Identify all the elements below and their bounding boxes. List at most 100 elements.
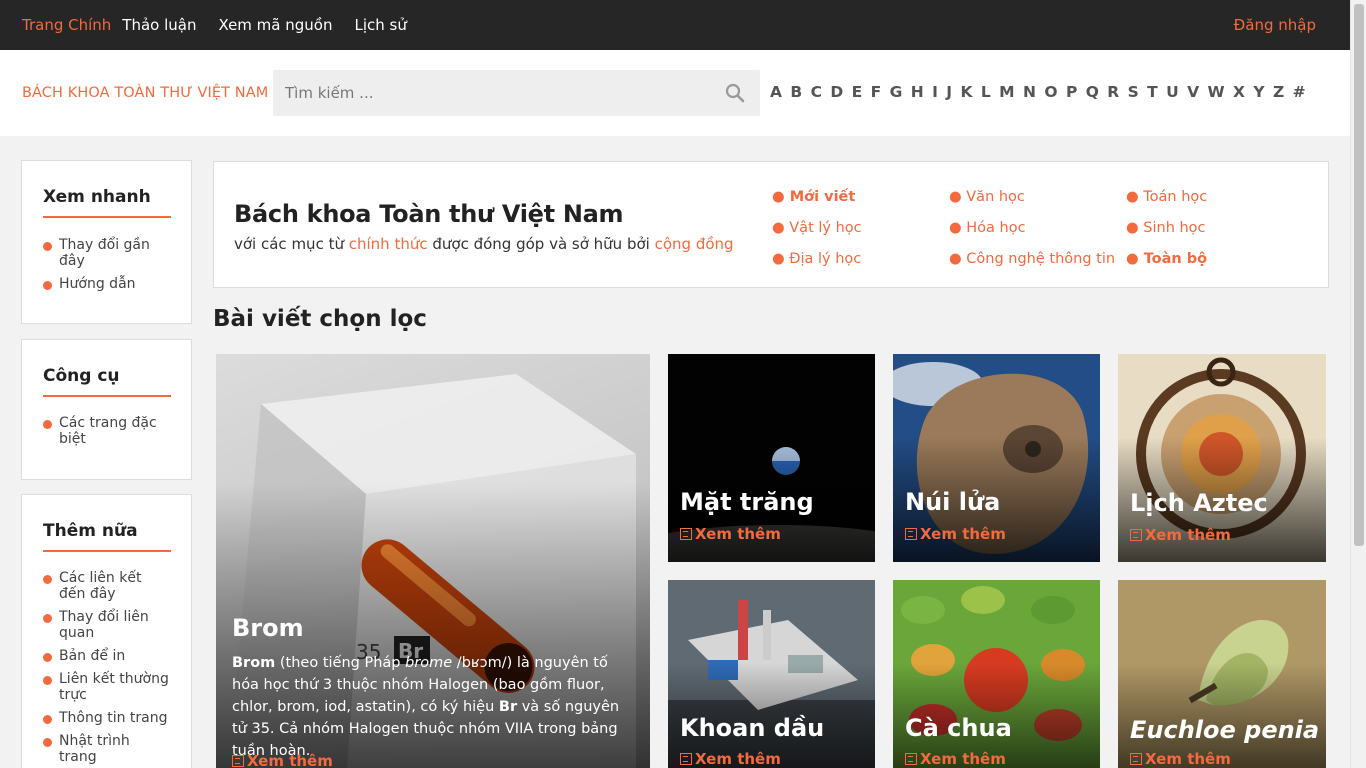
featured-tile-oil-drilling[interactable]: Khoan dầu Xem thêm (668, 580, 875, 768)
alphabet-letter-s[interactable]: S (1128, 83, 1139, 101)
nav-view-source[interactable]: Xem mã nguồn (218, 16, 332, 34)
desc-italic-brome: brome (405, 655, 453, 671)
category-geography[interactable]: ● Địa lý học (772, 251, 861, 267)
sidebar-item-help[interactable]: Hướng dẫn (43, 276, 171, 292)
featured-tile-moon[interactable]: Mặt trăng Xem thêm (668, 354, 875, 562)
category-new[interactable]: ● Mới viết (772, 189, 855, 205)
nav-main-page[interactable]: Trang Chính (22, 16, 111, 34)
alphabet-letter-hash[interactable]: # (1293, 83, 1306, 101)
alphabet-letter-b[interactable]: B (790, 83, 802, 101)
alphabet-letter-d[interactable]: D (830, 83, 843, 101)
alphabet-letter-a[interactable]: A (770, 83, 782, 101)
alphabet-letter-p[interactable]: P (1066, 83, 1077, 101)
sidebar-item-page-log[interactable]: Nhật trình trang (43, 733, 171, 765)
alphabet-letter-w[interactable]: W (1208, 83, 1225, 101)
login-link[interactable]: Đăng nhập (1234, 16, 1316, 34)
document-icon (680, 753, 692, 765)
alphabet-letter-i[interactable]: I (932, 83, 938, 101)
sidebar-item-page-info[interactable]: Thông tin trang (43, 710, 171, 726)
nav-history[interactable]: Lịch sử (354, 16, 406, 34)
desc-bold-br: Br (498, 699, 518, 715)
page-scrollbar[interactable] (1350, 0, 1366, 768)
nav-discussion[interactable]: Thảo luận (122, 16, 196, 34)
alphabet-index: A B C D E F G H I J K L M N O P Q R S T U V W X Y Z # (770, 83, 1314, 101)
featured-tile-volcano[interactable]: Núi lửa Xem thêm (893, 354, 1100, 562)
sidebar-item-related-changes[interactable]: Thay đổi liên quan (43, 609, 171, 641)
top-nav: Trang Chính Thảo luận Xem mã nguồn Lịch … (22, 0, 429, 50)
category-all[interactable]: ● Toàn bộ (1126, 251, 1207, 267)
alphabet-letter-g[interactable]: G (890, 83, 903, 101)
tile-title-oil-drilling: Khoan dầu (680, 714, 825, 742)
intro-sub-mid: được đóng góp và sở hữu bởi (427, 235, 655, 253)
tile-title-moon: Mặt trăng (680, 488, 814, 516)
read-more-link[interactable]: Xem thêm (1130, 526, 1231, 544)
search-box (273, 70, 760, 116)
category-physics[interactable]: ● Vật lý học (772, 220, 862, 236)
desc-bold-brom: Brom (232, 655, 276, 671)
alphabet-letter-e[interactable]: E (852, 83, 863, 101)
tile-title-tomato: Cà chua (905, 714, 1012, 742)
alphabet-letter-q[interactable]: Q (1086, 83, 1099, 101)
tile-title-brom: Brom (232, 614, 304, 642)
read-more-link[interactable]: Xem thêm (680, 750, 781, 768)
category-literature[interactable]: ● Văn học (949, 189, 1025, 205)
alphabet-letter-k[interactable]: K (960, 83, 972, 101)
alphabet-letter-m[interactable]: M (999, 83, 1014, 101)
read-more-link[interactable]: Xem thêm (905, 525, 1006, 543)
alphabet-letter-l[interactable]: L (981, 83, 991, 101)
featured-tile-aztec[interactable]: Lịch Aztec Xem thêm (1118, 354, 1326, 562)
category-biology[interactable]: ● Sinh học (1126, 220, 1206, 236)
alphabet-letter-o[interactable]: O (1044, 83, 1057, 101)
sidebar-item-what-links-here[interactable]: Các liên kết đến đây (43, 570, 171, 602)
featured-tile-butterfly[interactable]: Euchloe penia Xem thêm (1118, 580, 1326, 768)
sidebar-more: Thêm nữa Các liên kết đến đây Thay đổi l… (21, 494, 192, 768)
document-icon (680, 528, 692, 540)
official-link[interactable]: chính thức (349, 235, 428, 253)
alphabet-letter-h[interactable]: H (911, 83, 924, 101)
featured-tile-brom[interactable]: 35 Br Brom Brom (theo tiếng Pháp brome /… (216, 354, 650, 768)
desc-text-1: (theo tiếng Pháp (275, 655, 406, 671)
alphabet-letter-z[interactable]: Z (1273, 83, 1284, 101)
sidebar-item-permanent-link[interactable]: Liên kết thường trực (43, 671, 171, 703)
category-chemistry[interactable]: ● Hóa học (949, 220, 1026, 236)
sidebar-item-recent-changes[interactable]: Thay đổi gần đây (43, 237, 171, 269)
read-more-link[interactable]: Xem thêm (1130, 750, 1231, 768)
document-icon (905, 753, 917, 765)
brom-description: Brom (theo tiếng Pháp brome /bʁɔm/) là n… (232, 652, 636, 762)
alphabet-letter-x[interactable]: X (1233, 83, 1245, 101)
alphabet-letter-v[interactable]: V (1187, 83, 1199, 101)
document-icon (1130, 529, 1142, 541)
alphabet-letter-y[interactable]: Y (1253, 83, 1264, 101)
category-it[interactable]: ● Công nghệ thông tin (949, 251, 1115, 267)
read-more-link[interactable]: Xem thêm (905, 750, 1006, 768)
search-input[interactable] (273, 70, 713, 116)
alphabet-letter-f[interactable]: F (871, 83, 882, 101)
alphabet-letter-t[interactable]: T (1147, 83, 1158, 101)
alphabet-letter-r[interactable]: R (1107, 83, 1119, 101)
alphabet-letter-u[interactable]: U (1166, 83, 1179, 101)
intro-title: Bách khoa Toàn thư Việt Nam (234, 200, 624, 228)
category-mathematics[interactable]: ● Toán học (1126, 189, 1207, 205)
intro-subtitle: với các mục từ chính thức được đóng góp … (234, 235, 734, 253)
alphabet-letter-c[interactable]: C (811, 83, 822, 101)
alphabet-letter-n[interactable]: N (1023, 83, 1036, 101)
featured-tile-tomato[interactable]: Cà chua Xem thêm (893, 580, 1100, 768)
read-more-link[interactable]: Xem thêm (680, 525, 781, 543)
search-icon[interactable] (725, 83, 745, 103)
scrollbar-thumb[interactable] (1354, 4, 1364, 546)
alphabet-letter-j[interactable]: J (946, 83, 952, 101)
site-name-link[interactable]: BÁCH KHOA TOÀN THƯ VIỆT NAM (22, 85, 268, 101)
tile-title-butterfly: Euchloe penia (1130, 716, 1320, 744)
read-more-link[interactable]: Xem thêm (232, 752, 333, 768)
sidebar-title-quick: Xem nhanh (43, 187, 151, 207)
sidebar-title-tools: Công cụ (43, 366, 120, 386)
sidebar-title-more: Thêm nữa (43, 521, 138, 541)
document-icon (232, 755, 244, 767)
community-link[interactable]: cộng đồng (655, 235, 734, 253)
tile-title-aztec: Lịch Aztec (1130, 489, 1268, 517)
top-navbar: Trang Chính Thảo luận Xem mã nguồn Lịch … (0, 0, 1350, 50)
sidebar-item-printable[interactable]: Bản để in (43, 648, 171, 664)
sidebar-list-quick: Thay đổi gần đây Hướng dẫn (43, 237, 171, 299)
sidebar-item-special-pages[interactable]: Các trang đặc biệt (43, 415, 171, 447)
sidebar-divider (43, 550, 171, 552)
